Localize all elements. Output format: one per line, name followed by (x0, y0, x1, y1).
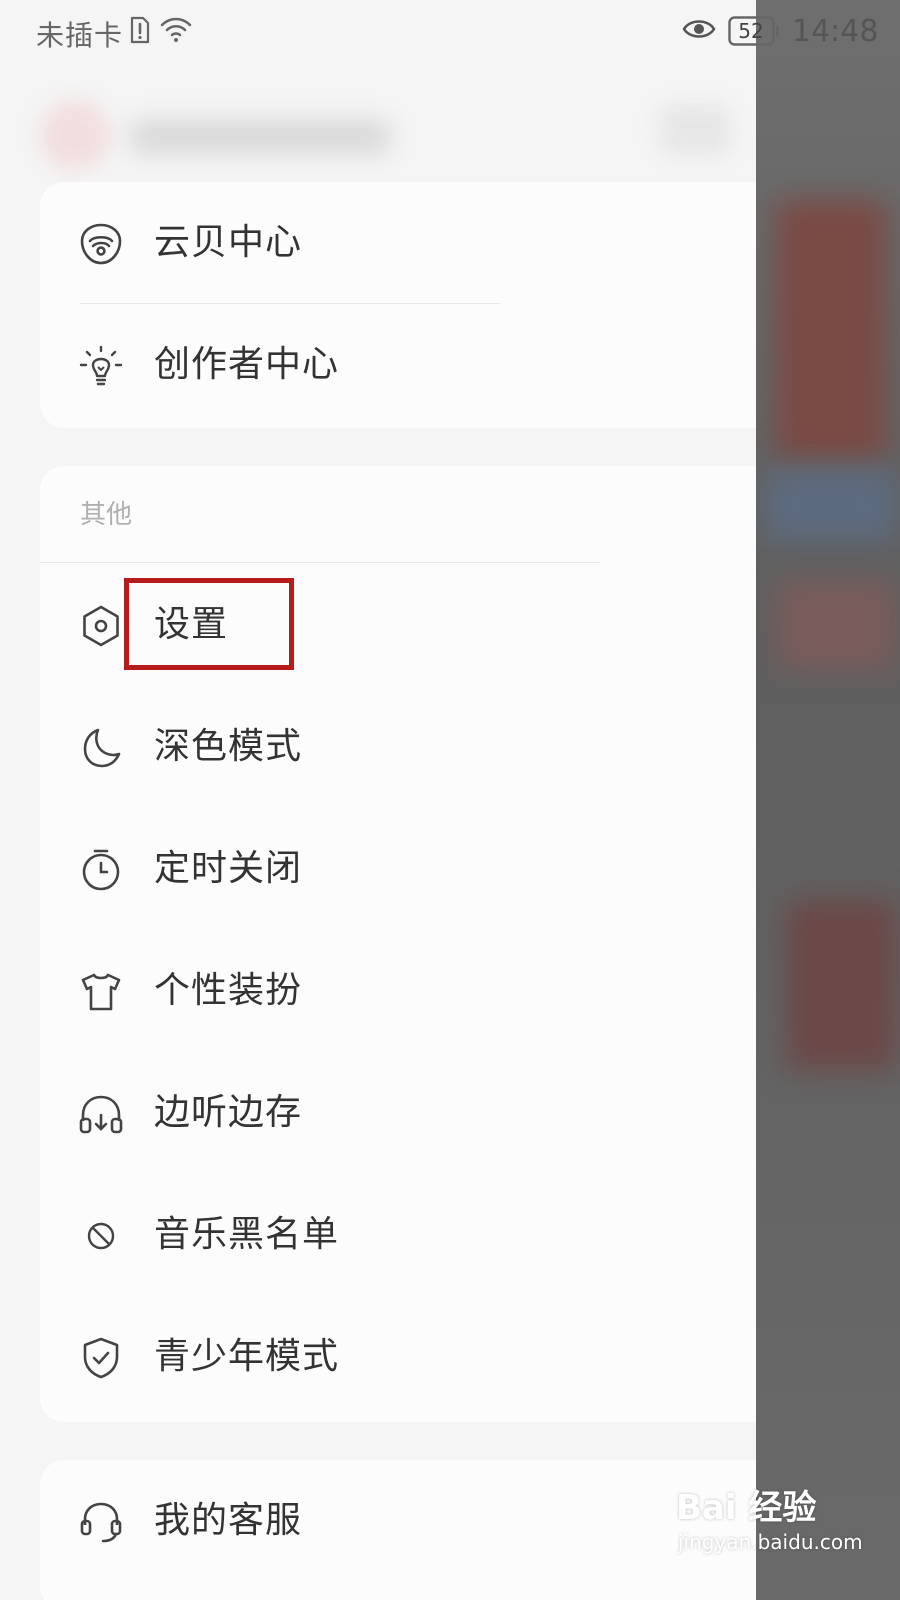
menu-item-youth-mode[interactable]: 青少年模式 (40, 1296, 756, 1418)
menu-label: 云贝中心 (154, 222, 303, 263)
headset-icon (80, 1502, 122, 1543)
user-profile-row[interactable] (40, 90, 740, 180)
shield-check-icon (83, 1337, 119, 1379)
menu-label: 个性装扮 (154, 970, 303, 1011)
menu-label: 定时关闭 (154, 848, 303, 889)
headphone-download-icon (79, 1095, 123, 1134)
watermark-url: jingyan.baidu.com (678, 1530, 863, 1554)
yunbei-icon (80, 223, 122, 265)
menu-card-top: 云贝中心 创作者中心 (40, 182, 756, 428)
blurred-thumbnail (776, 580, 896, 670)
highlight-annotation-box (124, 578, 294, 670)
battery-icon: 52 (728, 16, 780, 46)
side-drawer: 云贝中心 创作者中心 其他 设置 深色模式 定时关闭 个性装扮 边听边存 音乐黑… (0, 0, 756, 1600)
divider (40, 562, 600, 563)
menu-item-sleep-timer[interactable]: 定时关闭 (40, 808, 756, 930)
menu-item-listen-and-save[interactable]: 边听边存 (40, 1052, 756, 1174)
wifi-icon (160, 17, 192, 42)
blurred-thumbnail (776, 200, 886, 460)
profile-action-blurred (660, 105, 730, 155)
clock-text: 14:48 (792, 14, 879, 49)
battery-level-text: 52 (738, 19, 764, 43)
sim-alert-icon (130, 16, 150, 44)
menu-card-service: 我的客服 (40, 1460, 756, 1600)
section-title-other: 其他 (80, 500, 133, 530)
menu-item-customer-service[interactable]: 我的客服 (40, 1460, 756, 1582)
menu-item-dark-mode[interactable]: 深色模式 (40, 686, 756, 808)
watermark-brand: Bai 经验 (676, 1488, 817, 1528)
blurred-thumbnail (786, 900, 896, 1070)
menu-label: 边听边存 (154, 1092, 303, 1133)
menu-label: 青少年模式 (154, 1336, 340, 1377)
menu-label: 我的客服 (154, 1500, 303, 1541)
moon-icon (83, 728, 121, 768)
eye-icon (682, 20, 716, 38)
blurred-thumbnail (766, 470, 896, 540)
carrier-text: 未插卡 (36, 19, 124, 52)
menu-item-music-blacklist[interactable]: 音乐黑名单 (40, 1174, 756, 1296)
username-blurred (130, 120, 390, 154)
block-icon (87, 1222, 115, 1250)
baidu-jingyan-watermark: Bai 经验 jingyan.baidu.com (676, 1470, 896, 1590)
status-bar: 未插卡 52 14:48 (0, 0, 900, 64)
avatar (40, 100, 110, 170)
dimmed-background-content[interactable] (756, 0, 900, 1600)
timer-icon (82, 849, 120, 891)
menu-label: 深色模式 (154, 726, 303, 767)
menu-label: 音乐黑名单 (154, 1214, 340, 1255)
menu-label: 创作者中心 (154, 344, 340, 385)
menu-item-creator-center[interactable]: 创作者中心 (40, 304, 756, 426)
settings-hexagon-icon (83, 605, 119, 647)
lightbulb-icon (79, 345, 123, 386)
menu-item-yunbei-center[interactable]: 云贝中心 (40, 182, 756, 304)
menu-item-personalize[interactable]: 个性装扮 (40, 930, 756, 1052)
tshirt-icon (81, 973, 121, 1011)
